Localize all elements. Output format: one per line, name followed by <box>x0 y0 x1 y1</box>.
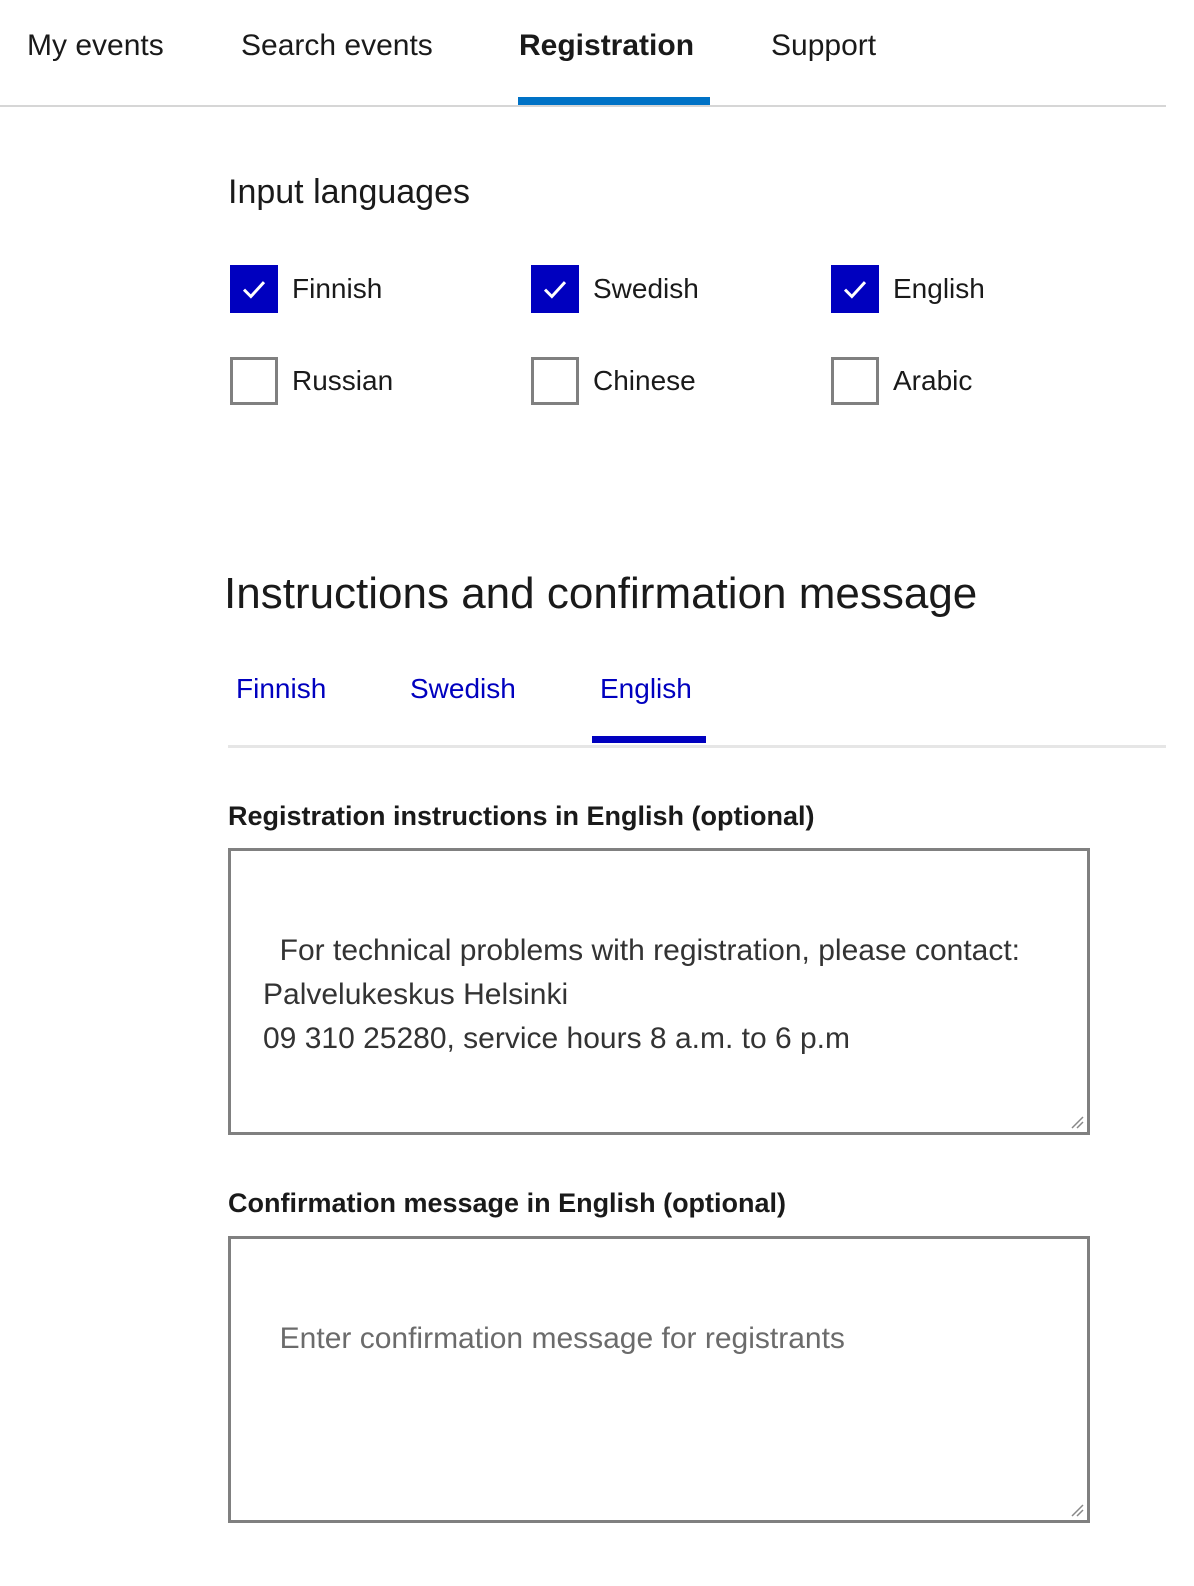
checkbox-label: Arabic <box>893 365 973 396</box>
checkbox-unchecked-icon <box>531 357 579 405</box>
registration-instructions-text: For technical problems with registration… <box>263 934 1021 1055</box>
confirmation-message-label: Confirmation message in English (optiona… <box>228 1188 787 1218</box>
checkbox-arabic[interactable]: Arabic <box>831 356 972 406</box>
checkbox-label: Russian <box>292 365 394 396</box>
nav-item-search-events[interactable]: Search events <box>241 26 433 66</box>
checkbox-finnish[interactable]: Finnish <box>230 264 382 314</box>
active-nav-indicator <box>518 97 710 105</box>
checkbox-unchecked-icon <box>230 357 278 405</box>
language-tabs: Finnish Swedish English <box>228 660 1166 748</box>
checkbox-swedish[interactable]: Swedish <box>531 264 699 314</box>
input-languages-title: Input languages <box>228 173 470 211</box>
tab-english[interactable]: English <box>600 670 692 708</box>
nav-item-my-events[interactable]: My events <box>27 26 164 66</box>
checkbox-label: Chinese <box>593 365 696 396</box>
checkbox-english[interactable]: English <box>831 264 985 314</box>
nav-item-support[interactable]: Support <box>771 26 876 66</box>
tab-swedish[interactable]: Swedish <box>410 670 516 708</box>
checkbox-checked-icon <box>230 265 278 313</box>
checkbox-checked-icon <box>531 265 579 313</box>
checkbox-label: Finnish <box>292 273 383 304</box>
resize-grip-icon[interactable] <box>1066 1499 1084 1517</box>
confirmation-message-textarea[interactable]: Enter confirmation message for registran… <box>228 1236 1090 1523</box>
checkbox-label: Swedish <box>593 273 699 304</box>
registration-instructions-label: Registration instructions in English (op… <box>228 801 815 831</box>
confirmation-message-placeholder: Enter confirmation message for registran… <box>279 1322 845 1355</box>
active-tab-indicator <box>592 736 706 743</box>
nav-item-registration[interactable]: Registration <box>519 26 694 66</box>
top-navigation: My events Search events Registration Sup… <box>0 0 1166 107</box>
tab-finnish[interactable]: Finnish <box>236 670 326 708</box>
checkbox-label: English <box>893 273 985 304</box>
checkbox-checked-icon <box>831 265 879 313</box>
checkbox-chinese[interactable]: Chinese <box>531 356 696 406</box>
checkbox-russian[interactable]: Russian <box>230 356 393 406</box>
instructions-section-title: Instructions and confirmation message <box>224 569 978 618</box>
resize-grip-icon[interactable] <box>1066 1111 1084 1129</box>
registration-instructions-textarea[interactable]: For technical problems with registration… <box>228 848 1090 1135</box>
checkbox-unchecked-icon <box>831 357 879 405</box>
